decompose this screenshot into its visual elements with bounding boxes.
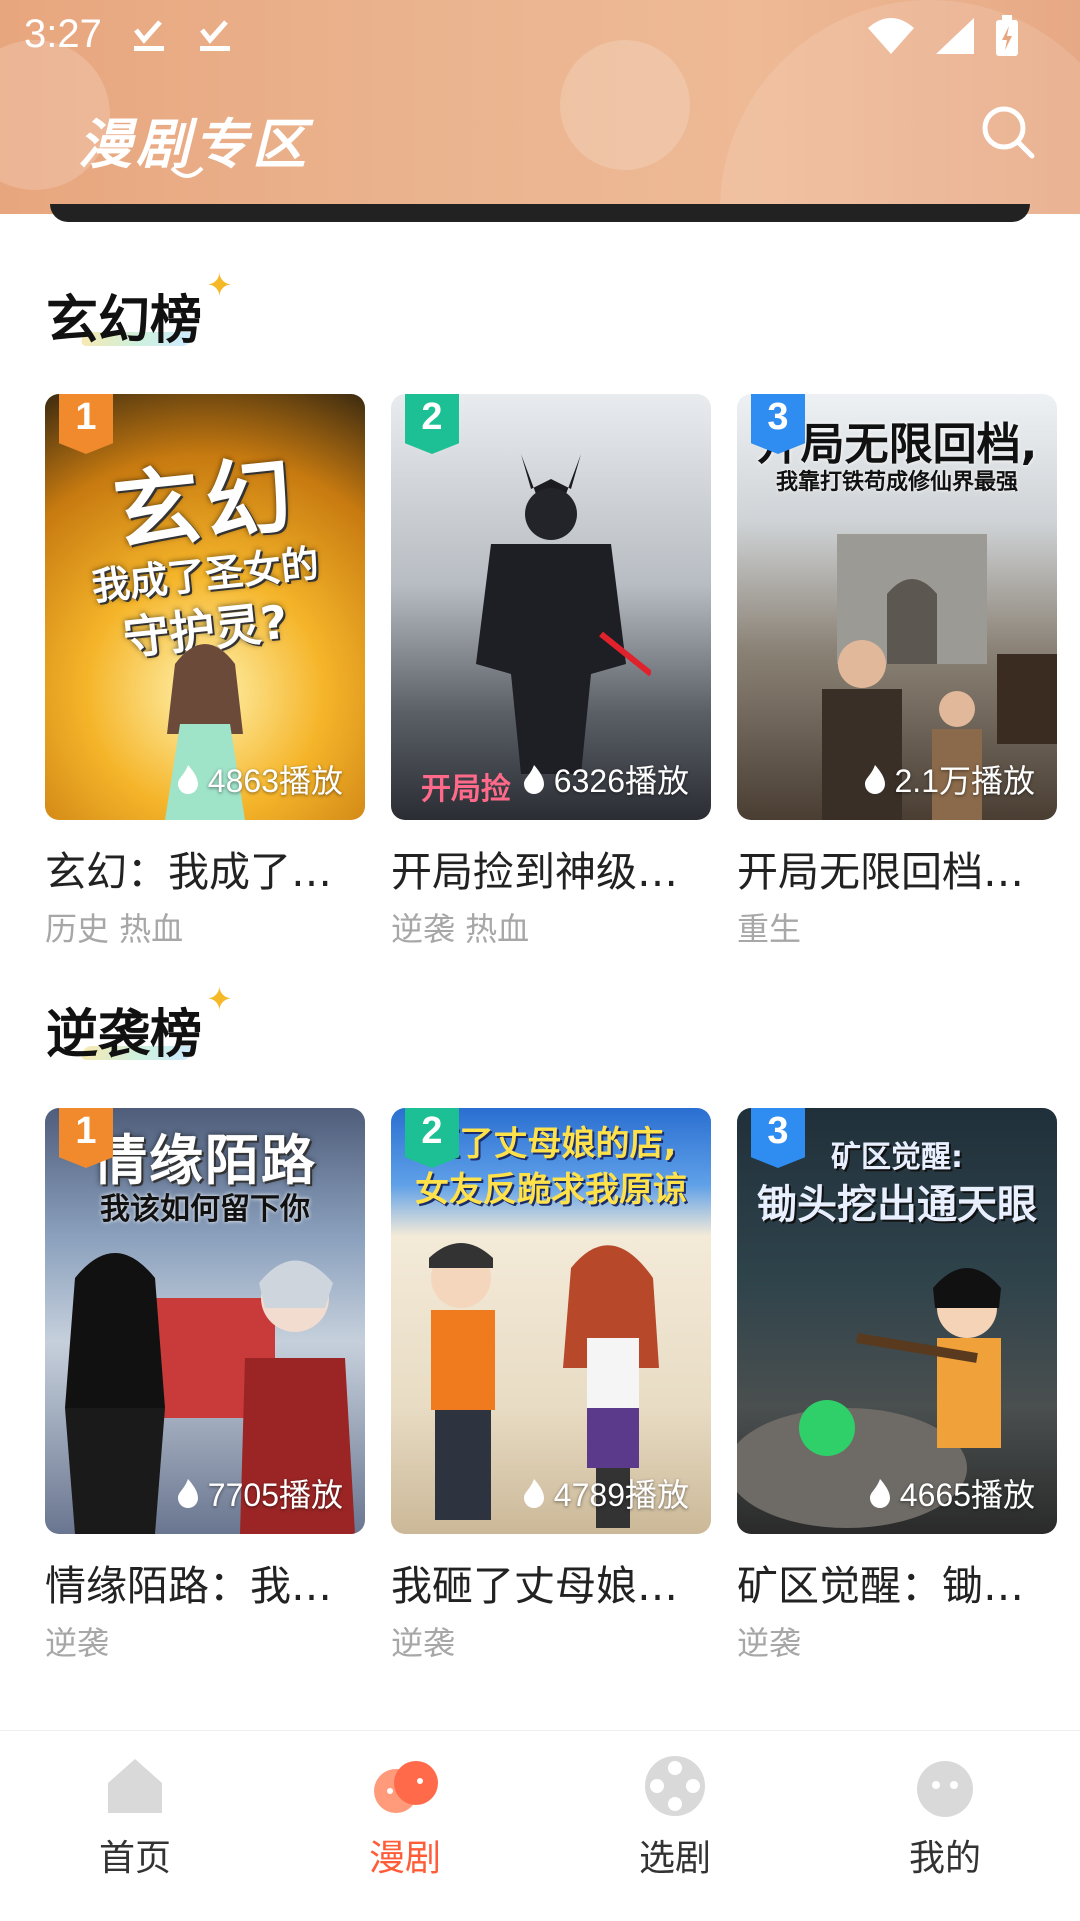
play-count: 7705播放 xyxy=(176,1470,343,1516)
cover-image[interactable]: 玄幻 我成了圣女的 守护灵? 1 4863播放 xyxy=(45,394,365,820)
cover-subtitle: 我该如何留下你 xyxy=(100,1192,310,1227)
drama-icon xyxy=(374,1761,438,1813)
cover-image[interactable]: 开局捡 2 6326播放 xyxy=(391,394,711,820)
rank-badge: 3 xyxy=(751,394,805,454)
nav-label: 我的 xyxy=(908,1838,981,1879)
nav-label: 首页 xyxy=(98,1838,171,1879)
cover-image[interactable]: 情缘陌路 我该如何留下你 1 7705播放 xyxy=(45,1108,365,1534)
card-title[interactable]: 玄幻：我成了… xyxy=(45,838,355,898)
flame-icon xyxy=(177,1479,198,1508)
play-count-value: 4789播放 xyxy=(553,1477,689,1513)
play-count: 4665播放 xyxy=(868,1470,1035,1516)
cover-image[interactable]: 开局无限回档, 我靠打铁苟成修仙界最强 3 2.1万播放 xyxy=(737,394,1057,820)
play-count-value: 7705播放 xyxy=(207,1477,343,1513)
signal-icon xyxy=(936,18,974,54)
play-count: 2.1万播放 xyxy=(863,756,1036,802)
play-count-value: 2.1万播放 xyxy=(894,763,1036,799)
cover-subtitle: 女友反跪求我原谅 xyxy=(415,1170,687,1210)
play-count-value: 6326播放 xyxy=(553,763,689,799)
film-reel-icon xyxy=(645,1756,705,1816)
drama-card[interactable]: 砸了丈母娘的店, 女友反跪求我原谅 2 4789播放 我砸了丈母娘… 逆袭 xyxy=(391,1108,711,1664)
drama-card[interactable]: 开局捡 2 6326播放 开局捡到神级… 逆袭 热血 xyxy=(391,394,711,950)
status-bar: 3:27 xyxy=(0,0,1080,70)
header: 3:27 漫剧专区 xyxy=(0,0,1080,214)
search-icon[interactable] xyxy=(978,102,1038,162)
rank-badge: 3 xyxy=(751,1108,805,1168)
card-title[interactable]: 矿区觉醒：锄… xyxy=(737,1552,1047,1612)
flame-icon xyxy=(523,1479,544,1508)
nav-label: 漫剧 xyxy=(368,1838,441,1879)
banner-edge[interactable] xyxy=(50,204,1030,222)
title-row: 漫剧专区 xyxy=(78,100,310,179)
card-title[interactable]: 开局捡到神级… xyxy=(391,838,701,898)
home-icon xyxy=(108,1759,162,1813)
status-time: 3:27 xyxy=(24,12,102,56)
cover-subtitle: 锄头挖出通天眼 xyxy=(757,1182,1037,1228)
play-count-value: 4665播放 xyxy=(899,1477,1035,1513)
nav-item-choose[interactable]: 选剧 xyxy=(540,1731,810,1921)
rank-badge: 1 xyxy=(59,394,113,454)
play-count: 6326播放 xyxy=(522,756,689,802)
wifi-icon xyxy=(868,18,914,54)
play-count-value: 4863播放 xyxy=(207,763,343,799)
play-count: 4863播放 xyxy=(176,756,343,802)
section-title: 逆袭榜 xyxy=(46,1005,203,1065)
nav-item-drama[interactable]: 漫剧 xyxy=(270,1731,540,1921)
battery-icon xyxy=(996,15,1018,56)
card-title[interactable]: 开局无限回档… xyxy=(737,838,1047,898)
nav-label: 选剧 xyxy=(638,1838,711,1879)
card-tags: 逆袭 热血 xyxy=(391,910,530,948)
drama-card[interactable]: 情缘陌路 我该如何留下你 1 7705播放 情缘陌路：我… 逆袭 xyxy=(45,1108,365,1664)
section-title: 玄幻榜 xyxy=(46,291,203,351)
rank-badge: 2 xyxy=(405,394,459,454)
flame-icon xyxy=(869,1479,890,1508)
card-tags: 逆袭 xyxy=(391,1624,456,1662)
drama-card[interactable]: 开局无限回档, 我靠打铁苟成修仙界最强 3 2.1万播放 开局无限回档… 重生 xyxy=(737,394,1057,950)
card-tags: 逆袭 xyxy=(737,1624,802,1662)
flame-icon xyxy=(177,765,198,794)
drama-card[interactable]: 矿区觉醒: 锄头挖出通天眼 3 4665播放 矿区觉醒：锄… 逆袭 xyxy=(737,1108,1057,1664)
section-title-comeback: 逆袭榜 ✦ xyxy=(46,980,233,1067)
cover-image[interactable]: 矿区觉醒: 锄头挖出通天眼 3 4665播放 xyxy=(737,1108,1057,1534)
card-tags: 历史 热血 xyxy=(45,910,184,948)
flame-icon xyxy=(864,765,885,794)
card-tags: 逆袭 xyxy=(45,1624,110,1662)
section-title-fantasy: 玄幻榜 ✦ xyxy=(46,266,233,353)
cover-image[interactable]: 砸了丈母娘的店, 女友反跪求我原谅 2 4789播放 xyxy=(391,1108,711,1534)
bottom-nav: 首页 漫剧 选剧 我的 xyxy=(0,1730,1080,1921)
armored-warrior-figure xyxy=(476,454,651,774)
cover-title: 开局捡 xyxy=(421,772,511,807)
drama-card[interactable]: 玄幻 我成了圣女的 守护灵? 1 4863播放 玄幻：我成了… 历史 热血 xyxy=(45,394,365,950)
play-count: 4789播放 xyxy=(522,1470,689,1516)
download-icon xyxy=(134,20,164,51)
rank-badge: 2 xyxy=(405,1108,459,1168)
card-title[interactable]: 我砸了丈母娘… xyxy=(391,1552,701,1612)
rank-badge: 1 xyxy=(59,1108,113,1168)
download-icon xyxy=(200,20,230,51)
card-title[interactable]: 情缘陌路：我… xyxy=(45,1552,355,1612)
sparkle-icon: ✦ xyxy=(206,266,233,304)
nav-item-home[interactable]: 首页 xyxy=(0,1731,270,1921)
flame-icon xyxy=(523,765,544,794)
smile-decoration xyxy=(170,166,204,178)
sparkle-icon: ✦ xyxy=(206,980,233,1018)
nav-item-profile[interactable]: 我的 xyxy=(810,1731,1080,1921)
cover-subtitle: 我靠打铁苟成修仙界最强 xyxy=(775,470,1018,495)
card-tags: 重生 xyxy=(737,910,802,948)
profile-icon xyxy=(917,1761,973,1817)
